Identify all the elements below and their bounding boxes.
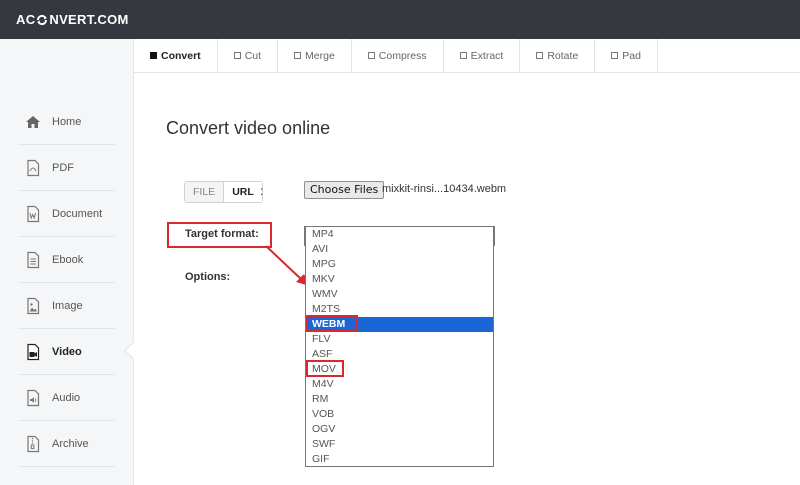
source-url-button[interactable]: URL xyxy=(224,182,262,202)
sidebar-item-document[interactable]: Document xyxy=(0,191,133,237)
site-logo[interactable]: AC NVERT.COM xyxy=(16,12,129,27)
tab-label: Merge xyxy=(305,49,335,62)
image-icon xyxy=(27,297,40,315)
mov-highlight xyxy=(306,360,344,377)
sidebar-item-home[interactable]: Home xyxy=(0,99,133,145)
tab-label: Compress xyxy=(378,49,427,62)
checkbox-icon xyxy=(367,52,375,59)
logo-text-left: AC xyxy=(16,12,36,27)
format-option-ogv[interactable]: OGV xyxy=(306,422,493,437)
sidebar-item-label: Archive xyxy=(52,438,89,450)
webm-highlight xyxy=(306,315,358,332)
sidebar-item-ebook[interactable]: Ebook xyxy=(0,237,133,283)
sidebar-item-label: Home xyxy=(52,116,82,128)
logo-text-right: NVERT.COM xyxy=(49,12,129,27)
tab-merge[interactable]: Merge xyxy=(278,39,352,72)
top-bar: AC NVERT.COM xyxy=(0,0,800,39)
tool-tabs: Convert Cut Merge Compress Extract Rotat… xyxy=(134,39,800,73)
sidebar-item-label: PDF xyxy=(52,162,74,174)
checkbox-icon xyxy=(536,52,544,59)
tab-pad[interactable]: Pad xyxy=(595,39,658,72)
tab-label: Cut xyxy=(244,49,262,62)
pdf-icon xyxy=(27,159,40,177)
format-option-avi[interactable]: AVI xyxy=(306,242,493,257)
logo-refresh-icon xyxy=(37,14,48,25)
format-option-mpg[interactable]: MPG xyxy=(306,257,493,272)
video-icon xyxy=(27,343,40,361)
tab-rotate[interactable]: Rotate xyxy=(520,39,596,72)
sidebar-item-label: Video xyxy=(52,346,82,358)
checkbox-icon xyxy=(150,52,157,59)
ebook-icon xyxy=(27,251,40,269)
sidebar-item-label: Audio xyxy=(52,392,81,404)
options-label: Options: xyxy=(185,271,231,283)
format-option-wmv[interactable]: WMV xyxy=(306,287,493,302)
document-icon xyxy=(27,205,40,223)
page-title: Convert video online xyxy=(166,118,331,138)
tab-label: Convert xyxy=(161,49,201,62)
tab-label: Rotate xyxy=(547,49,579,62)
format-option-rm[interactable]: RM xyxy=(306,392,493,407)
tab-label: Pad xyxy=(622,49,641,62)
tab-extract[interactable]: Extract xyxy=(444,39,521,72)
tab-convert[interactable]: Convert xyxy=(134,39,218,72)
sidebar-item-label: Ebook xyxy=(52,254,84,266)
source-colon: : xyxy=(260,184,264,198)
tab-cut[interactable]: Cut xyxy=(218,39,279,72)
format-option-m4v[interactable]: M4V xyxy=(306,377,493,392)
sidebar-item-archive[interactable]: Archive xyxy=(0,421,133,467)
archive-icon xyxy=(27,435,40,453)
selected-file-name: mixkit-rinsi...10434.webm xyxy=(382,183,507,195)
target-format-highlight xyxy=(167,222,272,248)
audio-icon xyxy=(27,389,40,407)
source-file-button[interactable]: FILE xyxy=(185,182,225,202)
sidebar-item-image[interactable]: Image xyxy=(0,283,133,329)
format-option-gif[interactable]: GIF xyxy=(306,452,493,467)
tab-label: Extract xyxy=(470,49,504,62)
sidebar-item-label: Document xyxy=(52,208,103,220)
checkbox-icon xyxy=(294,52,302,59)
checkbox-icon xyxy=(233,52,241,59)
checkbox-icon xyxy=(611,52,619,59)
target-format-dropdown[interactable]: MP4 AVI MPG MKV WMV M2TS WEBM FLV ASF MOV M4V RM VOB… xyxy=(305,226,494,467)
sidebar: Home PDF Document Ebook Image Video Audi… xyxy=(0,39,134,485)
checkbox-icon xyxy=(459,52,467,59)
tab-compress[interactable]: Compress xyxy=(352,39,444,72)
format-option-vob[interactable]: VOB xyxy=(306,407,493,422)
sidebar-item-video[interactable]: Video xyxy=(0,329,133,375)
divider xyxy=(18,466,115,467)
format-option-mkv[interactable]: MKV xyxy=(306,272,493,287)
sidebar-item-audio[interactable]: Audio xyxy=(0,375,133,421)
choose-files-button[interactable]: Choose Files xyxy=(304,181,385,199)
format-option-swf[interactable]: SWF xyxy=(306,437,493,452)
sidebar-item-pdf[interactable]: PDF xyxy=(0,145,133,191)
source-toggle: FILE URL xyxy=(184,181,263,203)
home-icon xyxy=(26,116,40,128)
format-option-flv[interactable]: FLV xyxy=(306,332,493,347)
format-option-mp4[interactable]: MP4 xyxy=(306,227,493,242)
sidebar-item-label: Image xyxy=(52,300,83,312)
